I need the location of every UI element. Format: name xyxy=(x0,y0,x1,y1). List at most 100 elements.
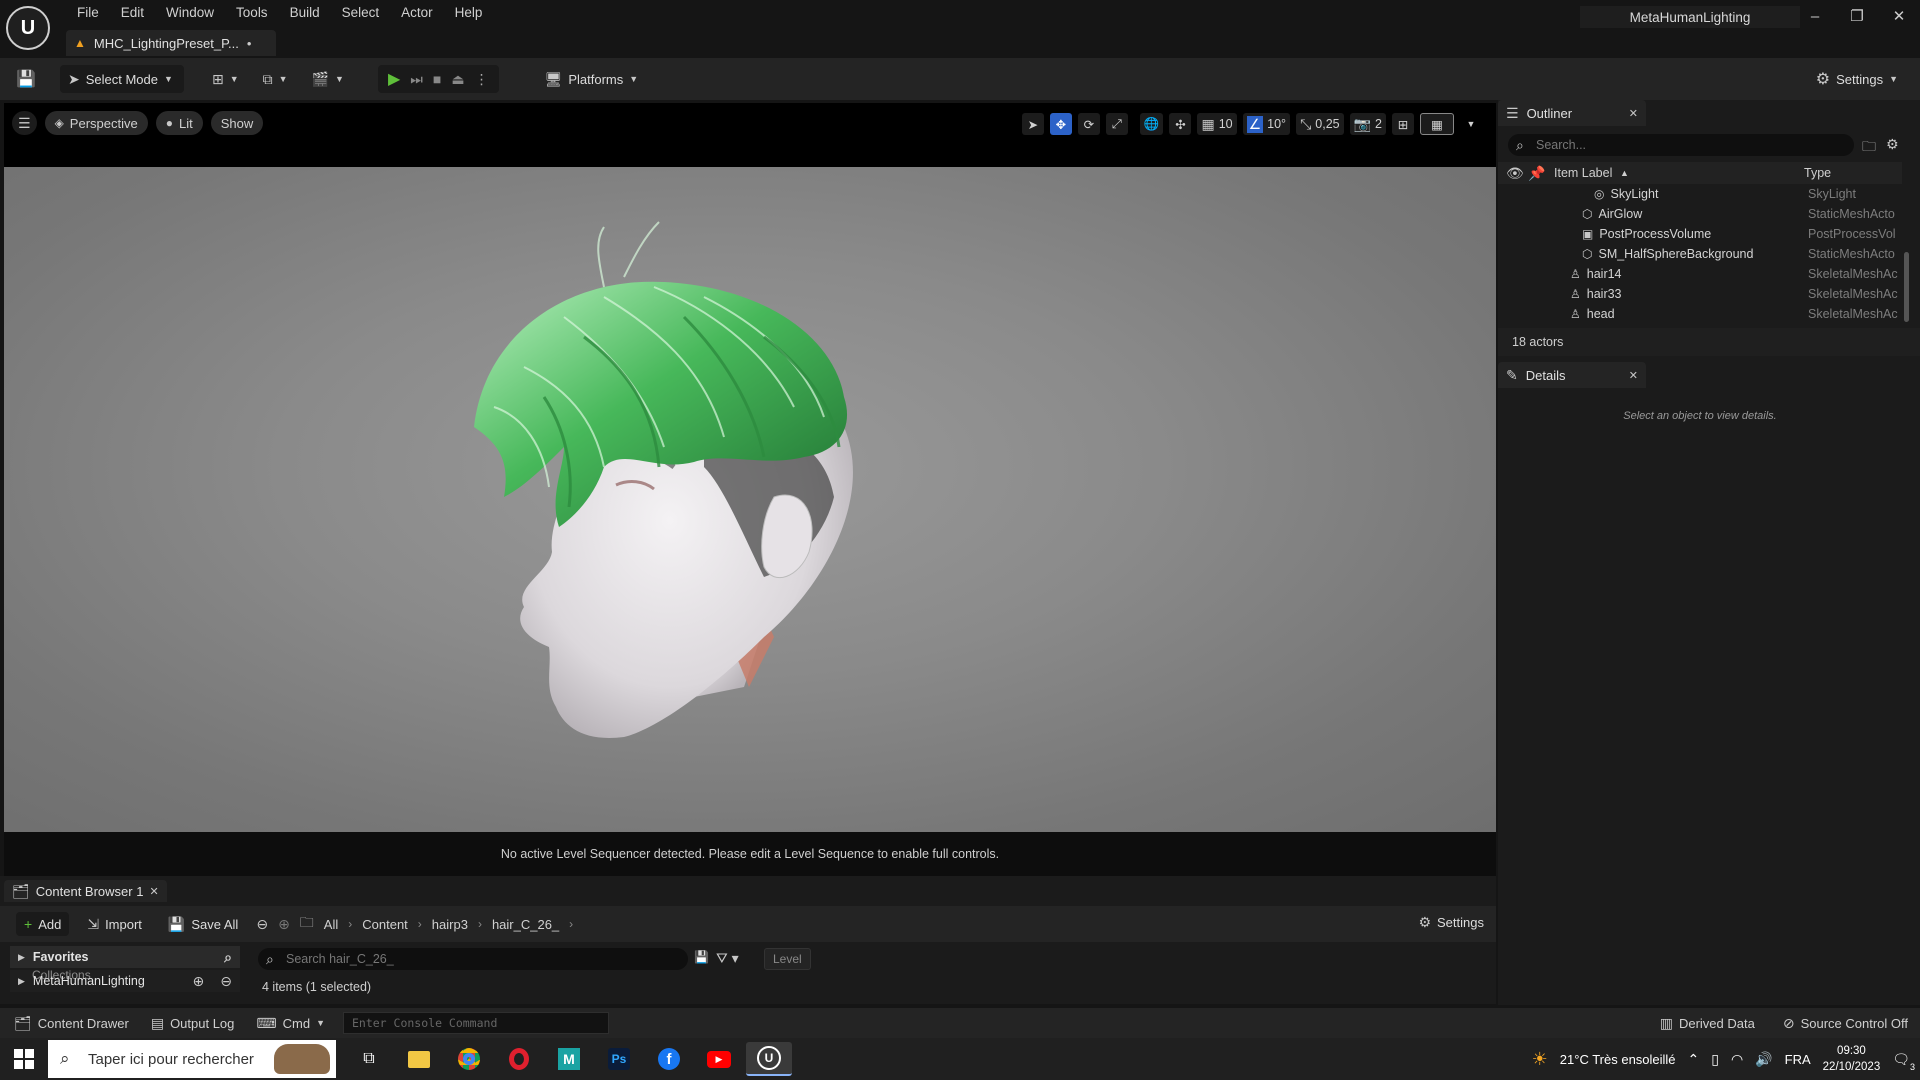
asset-search-input[interactable]: ⌕ Search hair_C_26_ xyxy=(258,948,688,970)
show-button[interactable]: Show xyxy=(210,111,264,135)
history-forward-icon[interactable]: ⊕ xyxy=(278,916,290,933)
eject-icon[interactable]: ⏏ xyxy=(451,71,464,88)
tablet-icon[interactable]: ▯ xyxy=(1711,1051,1719,1068)
import-button[interactable]: ⇲ Import xyxy=(79,912,150,936)
surface-snap-icon[interactable]: ✣ xyxy=(1169,113,1192,135)
outliner-search-input[interactable]: ⌕ Search... xyxy=(1508,134,1854,156)
settings-dropdown[interactable]: ⚙ Settings ▼ xyxy=(1808,65,1906,93)
folder-add-icon[interactable]: 🗀 xyxy=(1862,136,1876,160)
maya-icon[interactable]: M xyxy=(546,1042,592,1076)
breadcrumb-content[interactable]: Content xyxy=(362,917,408,932)
rotate-tool-icon[interactable]: ⟳ xyxy=(1077,113,1100,135)
outliner-row[interactable]: ♙ hair14 SkeletalMeshAc xyxy=(1498,264,1902,284)
close-icon[interactable]: ✕ xyxy=(1878,7,1920,25)
project-folder-section[interactable]: ▶ MetaHumanLighting Collections ⊕ ⊖ xyxy=(10,968,240,992)
volume-icon[interactable]: 🔊 xyxy=(1755,1051,1772,1068)
viewport-scene[interactable] xyxy=(4,167,1496,832)
restore-icon[interactable]: ❐ xyxy=(1836,7,1878,25)
gear-icon[interactable]: ⚙ xyxy=(1886,136,1899,153)
menu-edit[interactable]: Edit xyxy=(110,5,155,20)
add-collection-icon[interactable]: ⊕ xyxy=(193,973,205,990)
favorites-section[interactable]: ▶ Favorites ⌕ xyxy=(10,946,240,968)
content-browser-settings[interactable]: ⚙ Settings xyxy=(1418,914,1484,931)
breadcrumb-hair-c-26[interactable]: hair_C_26_ xyxy=(492,917,559,932)
taskbar-search-input[interactable]: ⌕ Taper ici pour rechercher xyxy=(48,1040,336,1078)
add-button[interactable]: + Add xyxy=(16,912,70,936)
photoshop-icon[interactable]: Ps xyxy=(596,1042,642,1076)
console-input[interactable]: Enter Console Command xyxy=(342,1012,609,1034)
wifi-icon[interactable]: ◠ xyxy=(1731,1051,1743,1068)
menu-build[interactable]: Build xyxy=(279,5,331,20)
camera-speed-button[interactable]: 📷 2 xyxy=(1349,113,1386,135)
search-icon[interactable]: ⌕ xyxy=(224,949,232,966)
filter-icon[interactable]: ⛛ ▾ xyxy=(716,950,739,967)
language-indicator[interactable]: FRA xyxy=(1785,1052,1811,1067)
menu-window[interactable]: Window xyxy=(155,5,225,20)
breadcrumb-separator-icon[interactable]: › xyxy=(569,917,573,931)
viewport-layout-icon[interactable]: ⊞ xyxy=(1392,113,1414,135)
youtube-icon[interactable]: ▶ xyxy=(696,1042,742,1076)
minimize-icon[interactable]: – xyxy=(1794,8,1836,25)
weather-label[interactable]: 21°C Très ensoleillé xyxy=(1560,1052,1676,1067)
outliner-row[interactable]: ▣ PostProcessVolume PostProcessVol xyxy=(1498,224,1902,244)
clock[interactable]: 09:30 22/10/2023 xyxy=(1823,1043,1881,1075)
cmd-dropdown[interactable]: ⌨ Cmd ▼ xyxy=(252,1011,329,1035)
chevron-down-icon[interactable]: ▼ xyxy=(1460,113,1482,135)
menu-tools[interactable]: Tools xyxy=(225,5,279,20)
menu-actor[interactable]: Actor xyxy=(390,5,444,20)
notification-icon[interactable]: 🗨 3 xyxy=(1892,1051,1916,1072)
rotation-snap-button[interactable]: ∠ 10° xyxy=(1242,113,1291,135)
task-view-icon[interactable]: ⧉ xyxy=(346,1042,392,1076)
add-actor-button[interactable]: ⊞ ▼ xyxy=(204,65,247,93)
details-tab[interactable]: ✎ Details ✕ xyxy=(1498,362,1646,388)
viewport-menu-button[interactable]: ☰ xyxy=(12,111,37,135)
outliner-row[interactable]: ♙ head SkeletalMeshAc xyxy=(1498,304,1902,324)
content-browser-tab[interactable]: 🗂 Content Browser 1 ✕ xyxy=(4,880,167,902)
more-options-icon[interactable]: ⋮ xyxy=(475,71,489,88)
outliner-scrollbar[interactable] xyxy=(1904,252,1909,322)
outliner-row[interactable]: ◎ SkyLight SkyLight xyxy=(1498,184,1902,204)
save-icon[interactable]: 💾 xyxy=(14,69,38,89)
outliner-tab[interactable]: ☰ Outliner ✕ xyxy=(1498,100,1646,126)
world-local-icon[interactable]: 🌐 xyxy=(1139,113,1164,135)
play-icon[interactable]: ▶ xyxy=(388,69,400,89)
column-type[interactable]: Type xyxy=(1804,166,1831,180)
file-explorer-icon[interactable] xyxy=(396,1042,442,1076)
level-document-tab[interactable]: ▲ MHC_LightingPreset_P... • xyxy=(66,30,276,56)
level-filter-chip[interactable]: Level xyxy=(764,948,811,970)
stop-icon[interactable]: ■ xyxy=(433,71,441,87)
outliner-row[interactable]: ♙ hair33 SkeletalMeshAc xyxy=(1498,284,1902,304)
level-viewport[interactable]: ☰ ◈ Perspective ● Lit Show ➤ ✥ ⟳ ⤢ 🌐 ✣ ▦ 10… xyxy=(4,103,1496,876)
outliner-row[interactable]: ⬡ SM_HalfSphereBackground StaticMeshActo xyxy=(1498,244,1902,264)
save-all-button[interactable]: 💾 Save All xyxy=(160,912,246,936)
grid-snap-button[interactable]: ▦ 10 xyxy=(1197,113,1237,135)
translate-tool-icon[interactable]: ✥ xyxy=(1049,113,1072,135)
close-icon[interactable]: ✕ xyxy=(1629,107,1638,120)
content-drawer-button[interactable]: 🗂 Content Drawer xyxy=(10,1011,133,1035)
unreal-logo-icon[interactable]: U xyxy=(6,6,50,50)
scale-tool-icon[interactable]: ⤢ xyxy=(1105,113,1128,135)
lit-button[interactable]: ● Lit xyxy=(155,111,203,135)
blueprint-button[interactable]: ⧉ ▼ xyxy=(255,65,296,93)
pin-icon[interactable]: 📌 xyxy=(1528,165,1545,182)
cinematics-button[interactable]: 🎬 ▼ xyxy=(304,65,352,93)
output-log-button[interactable]: ▤ Output Log xyxy=(147,1011,239,1035)
chevron-up-icon[interactable]: ⌃ xyxy=(1688,1051,1700,1068)
step-icon[interactable]: ⏭ xyxy=(410,71,423,88)
menu-file[interactable]: File xyxy=(66,5,110,20)
visibility-eye-icon[interactable]: 👁 xyxy=(1506,165,1524,182)
source-control-button[interactable]: ⊘ Source Control Off xyxy=(1779,1011,1912,1035)
select-tool-icon[interactable]: ➤ xyxy=(1021,113,1044,135)
select-mode-dropdown[interactable]: ➤ Select Mode ▼ xyxy=(60,65,184,93)
unreal-engine-taskbar-icon[interactable]: U xyxy=(746,1042,792,1076)
facebook-icon[interactable]: f xyxy=(646,1042,692,1076)
scale-snap-button[interactable]: ⤡ 0,25 xyxy=(1296,113,1344,135)
close-icon[interactable]: ✕ xyxy=(1629,369,1638,382)
menu-select[interactable]: Select xyxy=(331,5,391,20)
windows-start-icon[interactable] xyxy=(10,1046,38,1072)
breadcrumb-hairp3[interactable]: hairp3 xyxy=(432,917,468,932)
perspective-button[interactable]: ◈ Perspective xyxy=(44,111,148,135)
maximize-viewport-icon[interactable]: ▦ xyxy=(1420,113,1454,135)
chrome-icon[interactable] xyxy=(446,1042,492,1076)
menu-help[interactable]: Help xyxy=(444,5,494,20)
